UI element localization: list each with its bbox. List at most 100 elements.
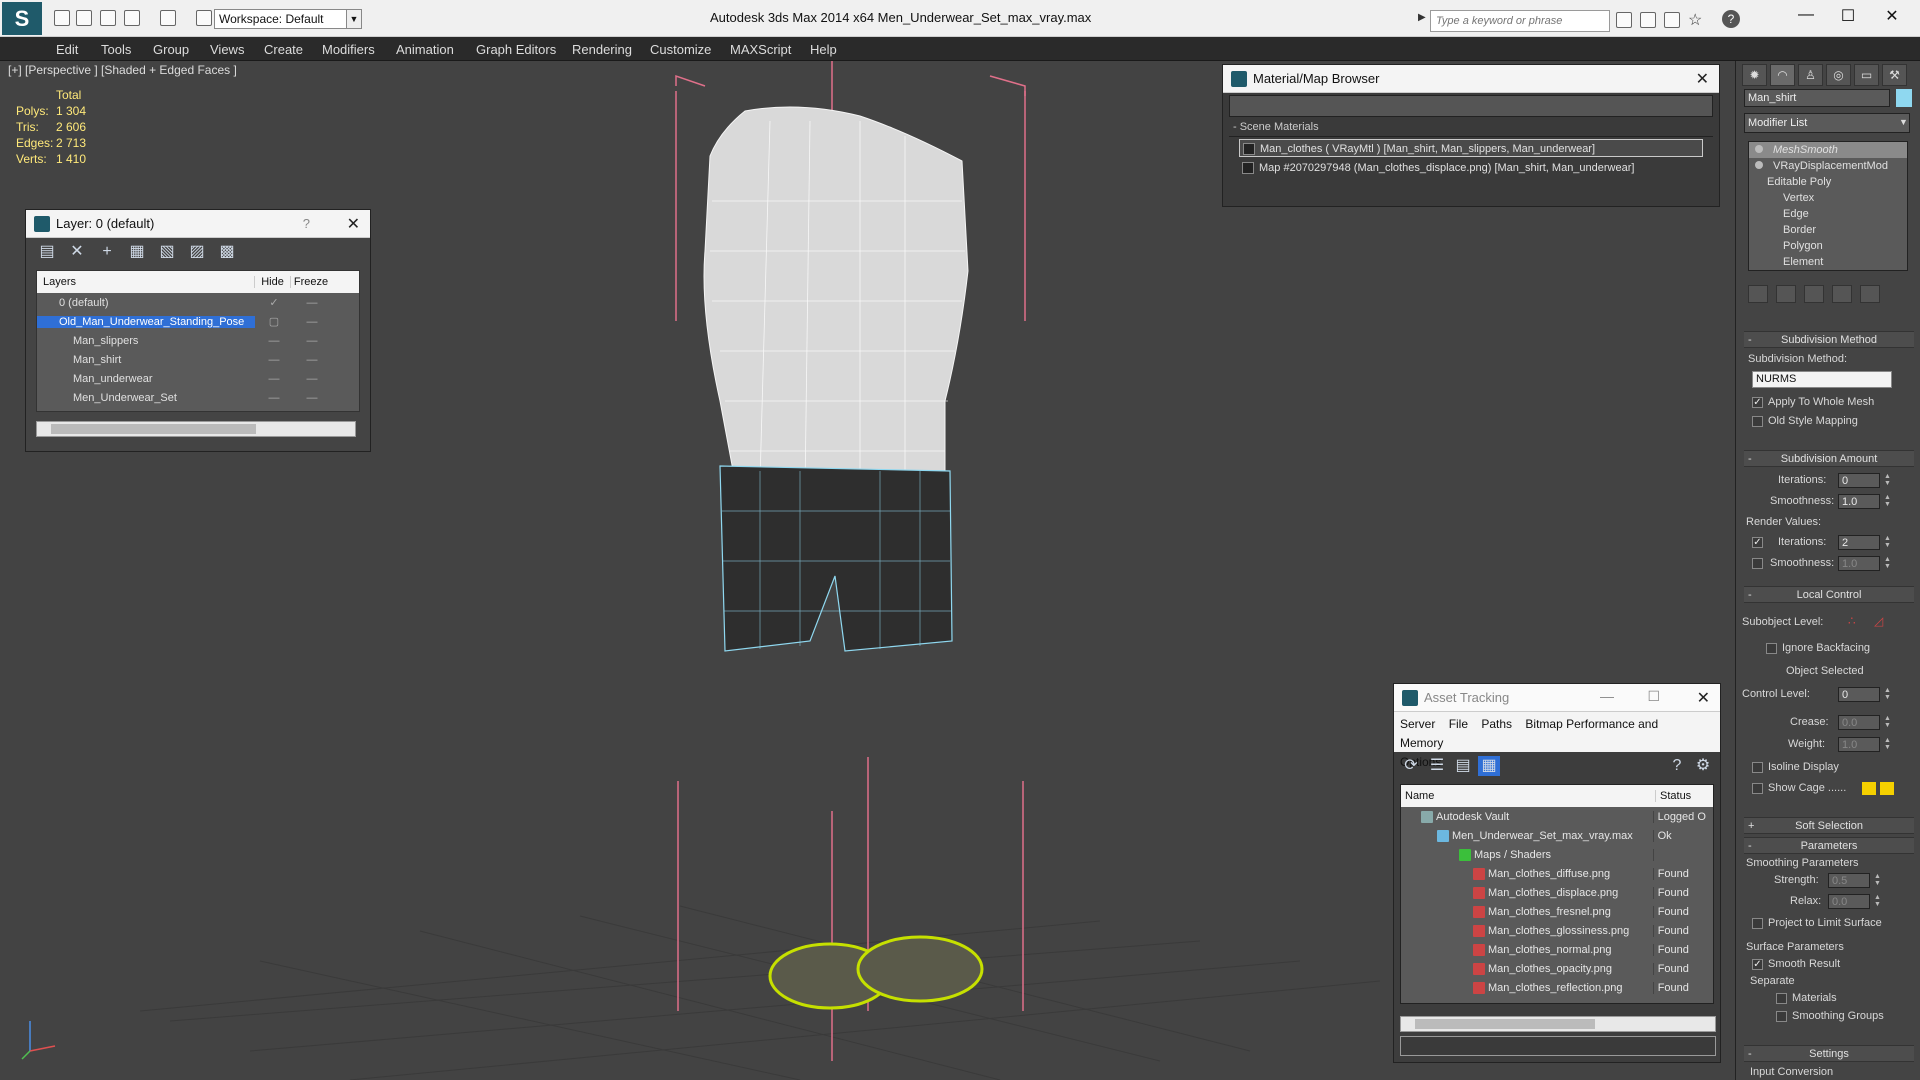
layer-freeze-toggle[interactable]: — bbox=[293, 392, 331, 404]
layer-horizontal-scrollbar[interactable] bbox=[36, 421, 356, 437]
display-tab-icon[interactable]: ▭ bbox=[1854, 64, 1879, 86]
asset-titlebar[interactable]: Asset Tracking — ☐ ✕ bbox=[1394, 684, 1720, 712]
remove-modifier-icon[interactable] bbox=[1832, 285, 1852, 303]
make-unique-icon[interactable] bbox=[1804, 285, 1824, 303]
asset-maximize-button[interactable]: ☐ bbox=[1647, 688, 1660, 705]
asset-help-icon[interactable]: ? bbox=[1666, 756, 1688, 776]
rollout-parameters[interactable]: - Parameters bbox=[1744, 837, 1914, 854]
old-style-mapping-checkbox[interactable] bbox=[1752, 416, 1763, 427]
add-to-layer-icon[interactable]: + bbox=[96, 242, 118, 262]
asset-menu-bitmap[interactable]: Bitmap Performance and Memory bbox=[1400, 717, 1658, 750]
minimize-button[interactable]: — bbox=[1786, 6, 1826, 28]
asset-menu-server[interactable]: Server bbox=[1400, 717, 1435, 731]
rollout-settings[interactable]: - Settings bbox=[1744, 1045, 1914, 1062]
vertex-level-icon[interactable]: ∴ bbox=[1848, 614, 1856, 628]
asset-menu-file[interactable]: File bbox=[1449, 717, 1468, 731]
highlight-layer-icon[interactable]: ▧ bbox=[156, 242, 178, 262]
close-button[interactable]: ✕ bbox=[1872, 6, 1912, 28]
iterations-spinner[interactable]: ▲ ▼ bbox=[1884, 473, 1892, 488]
create-tab-icon[interactable]: ✹ bbox=[1742, 64, 1767, 86]
asset-menu-paths[interactable]: Paths bbox=[1481, 717, 1512, 731]
scroll-thumb[interactable] bbox=[51, 424, 256, 434]
materials-checkbox[interactable] bbox=[1776, 993, 1787, 1004]
stack-subitem[interactable]: Edge bbox=[1749, 206, 1907, 222]
rollout-subdivision-method[interactable]: - Subdivision Method bbox=[1744, 331, 1914, 348]
layer-hide-toggle[interactable]: — bbox=[255, 392, 293, 404]
asset-row[interactable]: Man_clothes_reflection.png Found bbox=[1401, 978, 1713, 997]
relax-spinner[interactable]: ▲ ▼ bbox=[1874, 894, 1882, 909]
layer-hide-toggle[interactable]: — bbox=[255, 335, 293, 347]
object-color-swatch[interactable] bbox=[1896, 89, 1912, 107]
asset-row[interactable]: Man_clothes_displace.png Found bbox=[1401, 883, 1713, 902]
strength-input[interactable]: 0.5 bbox=[1828, 873, 1870, 888]
save-file-icon[interactable] bbox=[100, 10, 116, 26]
light-bulb-icon[interactable] bbox=[1755, 161, 1763, 169]
app-logo-icon[interactable]: S bbox=[2, 2, 42, 35]
asset-settings-icon[interactable]: ⚙ bbox=[1692, 756, 1714, 776]
menu-graph-editors[interactable]: Graph Editors bbox=[476, 42, 556, 57]
material-item[interactable]: Man_clothes ( VRayMtl ) [Man_shirt, Man_… bbox=[1239, 139, 1703, 157]
stack-subitem[interactable]: Polygon bbox=[1749, 238, 1907, 254]
utilities-tab-icon[interactable]: ⚒ bbox=[1882, 64, 1907, 86]
layer-freeze-toggle[interactable]: — bbox=[293, 373, 331, 385]
show-end-result-icon[interactable] bbox=[1776, 285, 1796, 303]
layer-row[interactable]: Men_Underwear_Set — — bbox=[37, 388, 359, 407]
render-smoothness-spinner[interactable]: ▲ ▼ bbox=[1884, 556, 1892, 571]
layer-hide-toggle[interactable]: — bbox=[255, 354, 293, 366]
crease-input[interactable]: 0.0 bbox=[1838, 715, 1880, 730]
workspace-dropdown-arrow-icon[interactable]: ▼ bbox=[346, 9, 362, 29]
weight-spinner[interactable]: ▲ ▼ bbox=[1884, 737, 1892, 752]
col-freeze[interactable]: Freeze bbox=[291, 276, 331, 288]
render-iterations-spinner[interactable]: ▲ ▼ bbox=[1884, 535, 1892, 550]
mat-browser-close-button[interactable]: ✕ bbox=[1696, 69, 1709, 89]
material-item[interactable]: Map #2070297948 (Man_clothes_displace.pn… bbox=[1239, 159, 1703, 177]
layer-freeze-toggle[interactable]: — bbox=[293, 297, 331, 309]
maximize-button[interactable]: ☐ bbox=[1828, 6, 1868, 28]
asset-path-field[interactable] bbox=[1400, 1036, 1716, 1056]
create-layer-icon[interactable]: ▤ bbox=[36, 242, 58, 262]
configure-sets-icon[interactable] bbox=[1860, 285, 1880, 303]
stack-item[interactable]: MeshSmooth bbox=[1749, 142, 1907, 158]
binoculars-icon[interactable] bbox=[1616, 12, 1632, 28]
menu-modifiers[interactable]: Modifiers bbox=[322, 42, 375, 57]
layer-close-button[interactable]: ✕ bbox=[347, 214, 360, 234]
menu-tools[interactable]: Tools bbox=[101, 42, 131, 57]
edge-level-icon[interactable]: ◿ bbox=[1874, 614, 1883, 628]
menu-rendering[interactable]: Rendering bbox=[572, 42, 632, 57]
freeze-all-icon[interactable]: ▩ bbox=[216, 242, 238, 262]
layer-hide-toggle[interactable]: ▢ bbox=[255, 315, 293, 328]
cage-selected-color-swatch[interactable] bbox=[1880, 782, 1894, 795]
layer-hide-toggle[interactable]: ✓ bbox=[255, 296, 293, 309]
menu-help[interactable]: Help bbox=[810, 42, 837, 57]
asset-row[interactable]: Man_clothes_diffuse.png Found bbox=[1401, 864, 1713, 883]
communication-icon[interactable] bbox=[1664, 12, 1680, 28]
cage-color-swatch[interactable] bbox=[1862, 782, 1876, 795]
asset-minimize-button[interactable]: — bbox=[1600, 688, 1614, 704]
layer-freeze-toggle[interactable]: — bbox=[293, 316, 331, 328]
stack-item[interactable]: Editable Poly bbox=[1749, 174, 1907, 190]
asset-row[interactable]: Man_clothes_normal.png Found bbox=[1401, 940, 1713, 959]
rollout-soft-selection[interactable]: + Soft Selection bbox=[1744, 817, 1914, 834]
help-icon[interactable]: ? bbox=[1722, 10, 1740, 28]
project-folder-icon[interactable] bbox=[196, 10, 212, 26]
list-view-icon[interactable]: ☰ bbox=[1426, 756, 1448, 776]
search-expand-icon[interactable]: ▶ bbox=[1418, 12, 1426, 23]
control-level-input[interactable]: 0 bbox=[1838, 687, 1880, 702]
rollout-local-control[interactable]: - Local Control bbox=[1744, 586, 1914, 603]
layer-freeze-toggle[interactable]: — bbox=[293, 354, 331, 366]
render-smoothness-input[interactable]: 1.0 bbox=[1838, 556, 1880, 571]
object-name-field[interactable]: Man_shirt bbox=[1744, 89, 1890, 107]
col-layers[interactable]: Layers bbox=[37, 276, 255, 288]
tools-icon[interactable] bbox=[1640, 12, 1656, 28]
workspace-select[interactable]: Workspace: Default bbox=[214, 9, 362, 29]
asset-row[interactable]: Men_Underwear_Set_max_vray.max Ok bbox=[1401, 826, 1713, 845]
menu-customize[interactable]: Customize bbox=[650, 42, 711, 57]
stack-item[interactable]: VRayDisplacementMod bbox=[1749, 158, 1907, 174]
smoothness-spinner[interactable]: ▲ ▼ bbox=[1884, 494, 1892, 509]
asset-row[interactable]: Man_clothes_opacity.png Found bbox=[1401, 959, 1713, 978]
open-file-icon[interactable] bbox=[76, 10, 92, 26]
asset-row[interactable]: Man_clothes_fresnel.png Found bbox=[1401, 902, 1713, 921]
menu-edit[interactable]: Edit bbox=[56, 42, 78, 57]
redo-icon[interactable] bbox=[160, 10, 176, 26]
layer-row[interactable]: 0 (default) ✓ — bbox=[37, 293, 359, 312]
